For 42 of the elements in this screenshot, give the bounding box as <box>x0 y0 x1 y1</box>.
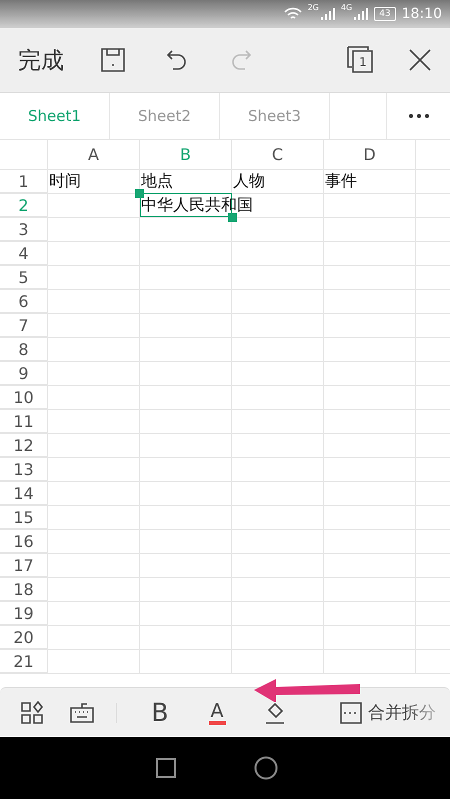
row-header[interactable]: 12 <box>0 434 48 457</box>
font-color-button[interactable]: A <box>205 698 229 728</box>
row-header[interactable]: 15 <box>0 506 48 529</box>
row-header[interactable]: 19 <box>0 602 48 625</box>
merge-split-button[interactable]: 合并拆分 <box>340 698 436 728</box>
row-header[interactable]: 16 <box>0 530 48 553</box>
network-label: 4G <box>340 3 352 12</box>
selection-handle[interactable] <box>135 189 144 198</box>
row-header[interactable]: 17 <box>0 554 48 577</box>
wifi-icon <box>284 7 302 21</box>
row-header[interactable]: 6 <box>0 290 48 313</box>
row-header[interactable]: 7 <box>0 314 48 337</box>
clock-time: 18:10 <box>402 6 442 22</box>
battery-level: 43 <box>374 7 396 21</box>
table-cell[interactable]: 地点 <box>141 171 173 191</box>
row-header[interactable]: 18 <box>0 578 48 601</box>
row-header[interactable]: 14 <box>0 482 48 505</box>
merge-cells-icon <box>340 702 362 724</box>
recent-apps-icon[interactable] <box>156 758 176 778</box>
row-header[interactable]: 11 <box>0 410 48 433</box>
row-header[interactable]: 20 <box>0 626 48 649</box>
row-header[interactable]: 9 <box>0 362 48 385</box>
sheet-count-button[interactable]: 1 <box>346 46 374 74</box>
row-header[interactable]: 3 <box>0 218 48 241</box>
row-header[interactable]: 13 <box>0 458 48 481</box>
done-button[interactable]: 完成 <box>18 44 64 76</box>
row-header[interactable]: 4 <box>0 242 48 265</box>
row-header[interactable]: 1 <box>0 170 48 193</box>
row-header[interactable]: 8 <box>0 338 48 361</box>
row-header[interactable]: 10 <box>0 386 48 409</box>
row-header[interactable]: 5 <box>0 266 48 289</box>
network-label: 2G <box>308 3 319 12</box>
bold-button[interactable]: B <box>145 698 175 728</box>
selection-handle[interactable] <box>228 213 237 222</box>
signal-icon <box>320 7 335 21</box>
table-cell[interactable]: 时间 <box>49 171 81 191</box>
table-cell[interactable]: 事件 <box>325 171 357 191</box>
row-header[interactable]: 21 <box>0 650 48 673</box>
home-icon[interactable] <box>254 756 278 780</box>
table-cell[interactable]: 人物 <box>233 171 265 191</box>
save-icon[interactable] <box>100 46 128 74</box>
signal-icon <box>354 7 368 21</box>
